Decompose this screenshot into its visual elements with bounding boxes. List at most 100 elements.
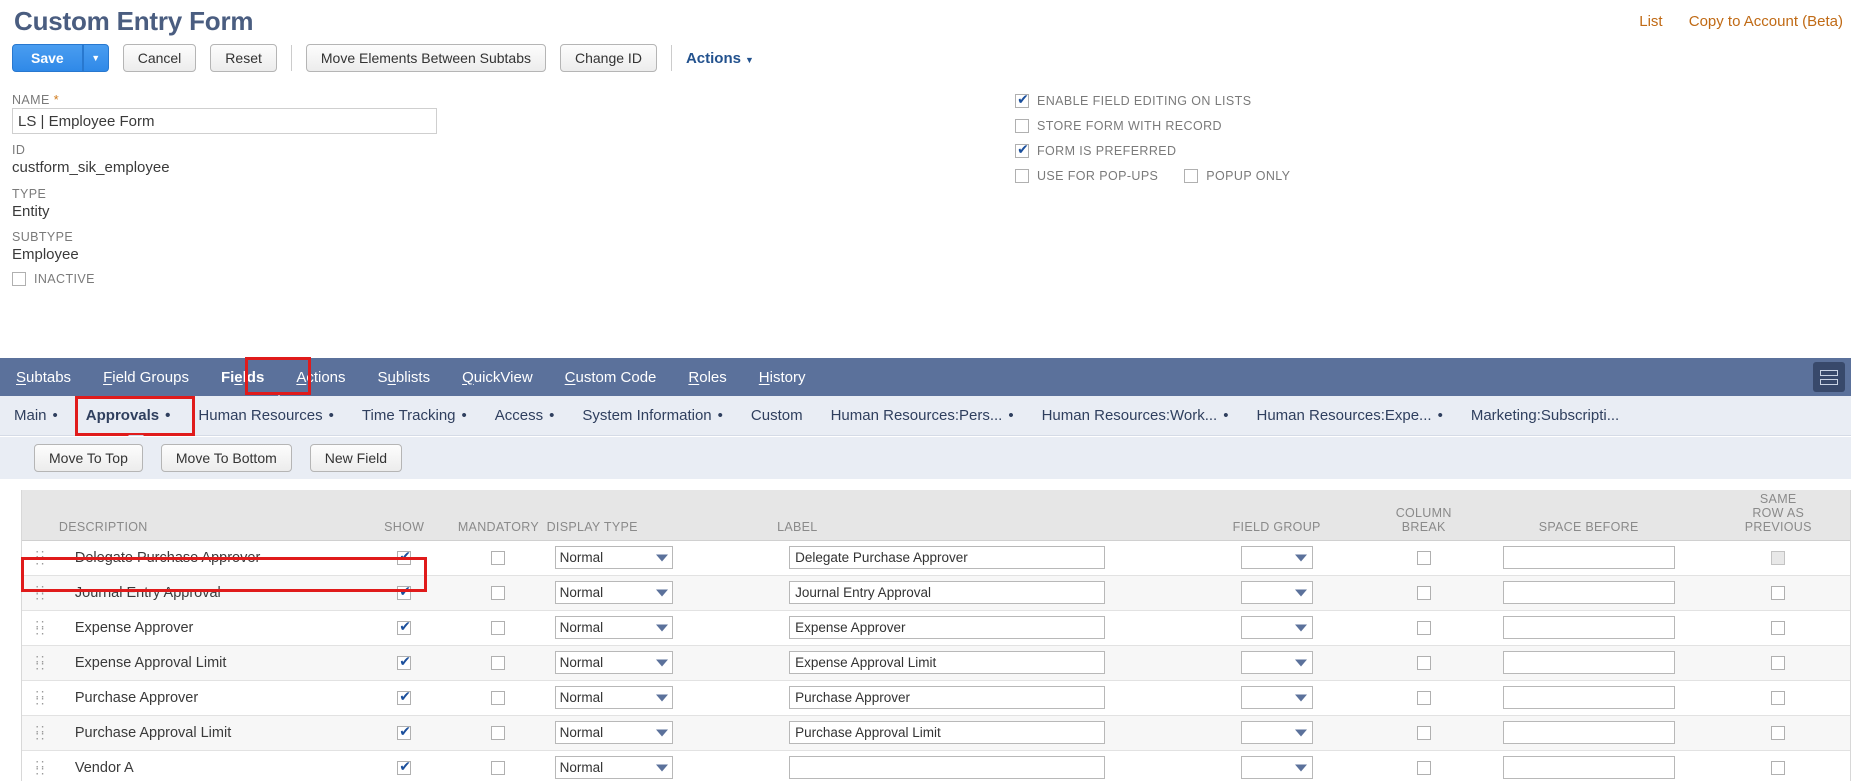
table-row[interactable]: ∷∷Purchase ApproverNormalPurchase Approv…: [22, 680, 1850, 715]
show-checkbox[interactable]: [397, 551, 411, 565]
same-row-as-previous-cell[interactable]: [1706, 750, 1850, 781]
space-before-input[interactable]: [1503, 651, 1675, 674]
move-to-bottom-button[interactable]: Move To Bottom: [161, 444, 292, 472]
show-checkbox[interactable]: [397, 621, 411, 635]
show-checkbox[interactable]: [397, 691, 411, 705]
space-before-cell[interactable]: [1471, 540, 1707, 575]
same-row-as-previous-cell[interactable]: [1706, 575, 1850, 610]
tab-subtabs[interactable]: Subtabs: [0, 358, 87, 396]
field-group-cell[interactable]: [1177, 750, 1377, 781]
space-before-input[interactable]: [1503, 686, 1675, 709]
space-before-cell[interactable]: [1471, 645, 1707, 680]
inactive-checkbox-row[interactable]: INACTIVE: [12, 272, 95, 286]
display-type-cell[interactable]: Normal: [547, 540, 778, 575]
drag-handle-cell[interactable]: ∷∷: [22, 575, 59, 610]
space-before-input[interactable]: [1503, 756, 1675, 779]
form-is-preferred-checkbox[interactable]: [1015, 144, 1029, 158]
column-break-checkbox[interactable]: [1417, 621, 1431, 635]
subtab-human-resources-workplace[interactable]: Human Resources:Work...•: [1028, 396, 1243, 436]
table-row[interactable]: ∷∷Purchase Approval LimitNormalPurchase …: [22, 715, 1850, 750]
display-type-select[interactable]: Normal: [555, 581, 673, 604]
display-type-select[interactable]: Normal: [555, 721, 673, 744]
move-elements-between-subtabs-button[interactable]: Move Elements Between Subtabs: [306, 44, 546, 72]
reset-button[interactable]: Reset: [210, 44, 277, 72]
field-group-select[interactable]: [1241, 546, 1313, 569]
mandatory-checkbox[interactable]: [491, 691, 505, 705]
subtab-custom[interactable]: Custom: [737, 396, 817, 436]
space-before-cell[interactable]: [1471, 680, 1707, 715]
field-group-select[interactable]: [1241, 756, 1313, 779]
drag-handle-cell[interactable]: ∷∷: [22, 610, 59, 645]
label-input[interactable]: Purchase Approval Limit: [789, 721, 1105, 744]
field-group-select[interactable]: [1241, 581, 1313, 604]
field-group-cell[interactable]: [1177, 715, 1377, 750]
split-view-icon[interactable]: [1813, 362, 1845, 392]
show-cell[interactable]: [358, 645, 450, 680]
same-row-as-previous-cell[interactable]: [1706, 715, 1850, 750]
mandatory-checkbox[interactable]: [491, 621, 505, 635]
same-row-as-previous-cell[interactable]: [1706, 540, 1850, 575]
field-group-select[interactable]: [1241, 686, 1313, 709]
table-row[interactable]: ∷∷Vendor ANormal: [22, 750, 1850, 781]
table-row[interactable]: ∷∷Expense ApproverNormalExpense Approver: [22, 610, 1850, 645]
label-cell[interactable]: Expense Approval Limit: [777, 645, 1177, 680]
list-link[interactable]: List: [1639, 13, 1662, 30]
label-cell[interactable]: Expense Approver: [777, 610, 1177, 645]
mandatory-checkbox[interactable]: [491, 656, 505, 670]
same-row-as-previous-checkbox[interactable]: [1771, 551, 1785, 565]
mandatory-cell[interactable]: [450, 680, 546, 715]
space-before-input[interactable]: [1503, 721, 1675, 744]
save-dropdown-caret-down-icon[interactable]: ▼: [83, 44, 109, 72]
subtab-human-resources-expense[interactable]: Human Resources:Expe...•: [1242, 396, 1456, 436]
mandatory-checkbox[interactable]: [491, 551, 505, 565]
new-field-button[interactable]: New Field: [310, 444, 402, 472]
cancel-button[interactable]: Cancel: [123, 44, 197, 72]
popup-only-checkbox[interactable]: [1184, 169, 1198, 183]
inactive-checkbox[interactable]: [12, 272, 26, 286]
label-input[interactable]: Purchase Approver: [789, 686, 1105, 709]
label-input[interactable]: Journal Entry Approval: [789, 581, 1105, 604]
mandatory-cell[interactable]: [450, 610, 546, 645]
tab-sublists[interactable]: Sublists: [362, 358, 447, 396]
drag-handle-icon[interactable]: ∷∷: [22, 691, 59, 705]
drag-handle-icon[interactable]: ∷∷: [22, 761, 59, 775]
column-break-cell[interactable]: [1377, 540, 1471, 575]
use-for-pop-ups-checkbox[interactable]: [1015, 169, 1029, 183]
drag-handle-icon[interactable]: ∷∷: [22, 551, 59, 565]
mandatory-cell[interactable]: [450, 540, 546, 575]
drag-handle-cell[interactable]: ∷∷: [22, 540, 59, 575]
space-before-input[interactable]: [1503, 616, 1675, 639]
field-group-select[interactable]: [1241, 616, 1313, 639]
show-checkbox[interactable]: [397, 656, 411, 670]
copy-to-account-link[interactable]: Copy to Account (Beta): [1689, 13, 1843, 30]
drag-handle-icon[interactable]: ∷∷: [22, 621, 59, 635]
column-break-checkbox[interactable]: [1417, 761, 1431, 775]
tab-field-groups[interactable]: Field Groups: [87, 358, 205, 396]
display-type-select[interactable]: Normal: [555, 616, 673, 639]
column-break-cell[interactable]: [1377, 575, 1471, 610]
tab-custom-code[interactable]: Custom Code: [549, 358, 673, 396]
table-row[interactable]: ∷∷Journal Entry ApprovalNormalJournal En…: [22, 575, 1850, 610]
label-cell[interactable]: Journal Entry Approval: [777, 575, 1177, 610]
tab-fields[interactable]: Fields: [205, 358, 280, 396]
mandatory-checkbox[interactable]: [491, 761, 505, 775]
store-form-with-record-checkbox[interactable]: [1015, 119, 1029, 133]
show-cell[interactable]: [358, 715, 450, 750]
option-enable-field-editing-on-lists[interactable]: ENABLE FIELD EDITING ON LISTS: [1015, 88, 1290, 113]
display-type-cell[interactable]: Normal: [547, 645, 778, 680]
column-break-checkbox[interactable]: [1417, 726, 1431, 740]
drag-handle-icon[interactable]: ∷∷: [22, 656, 59, 670]
tab-history[interactable]: History: [743, 358, 822, 396]
subtab-main[interactable]: Main•: [0, 396, 72, 436]
field-group-cell[interactable]: [1177, 680, 1377, 715]
mandatory-cell[interactable]: [450, 575, 546, 610]
display-type-select[interactable]: Normal: [555, 756, 673, 779]
same-row-as-previous-checkbox[interactable]: [1771, 656, 1785, 670]
field-group-cell[interactable]: [1177, 610, 1377, 645]
subtab-human-resources-personal[interactable]: Human Resources:Pers...•: [817, 396, 1028, 436]
display-type-cell[interactable]: Normal: [547, 575, 778, 610]
table-row[interactable]: ∷∷Delegate Purchase ApproverNormalDelega…: [22, 540, 1850, 575]
mandatory-cell[interactable]: [450, 750, 546, 781]
same-row-as-previous-checkbox[interactable]: [1771, 586, 1785, 600]
same-row-as-previous-cell[interactable]: [1706, 680, 1850, 715]
